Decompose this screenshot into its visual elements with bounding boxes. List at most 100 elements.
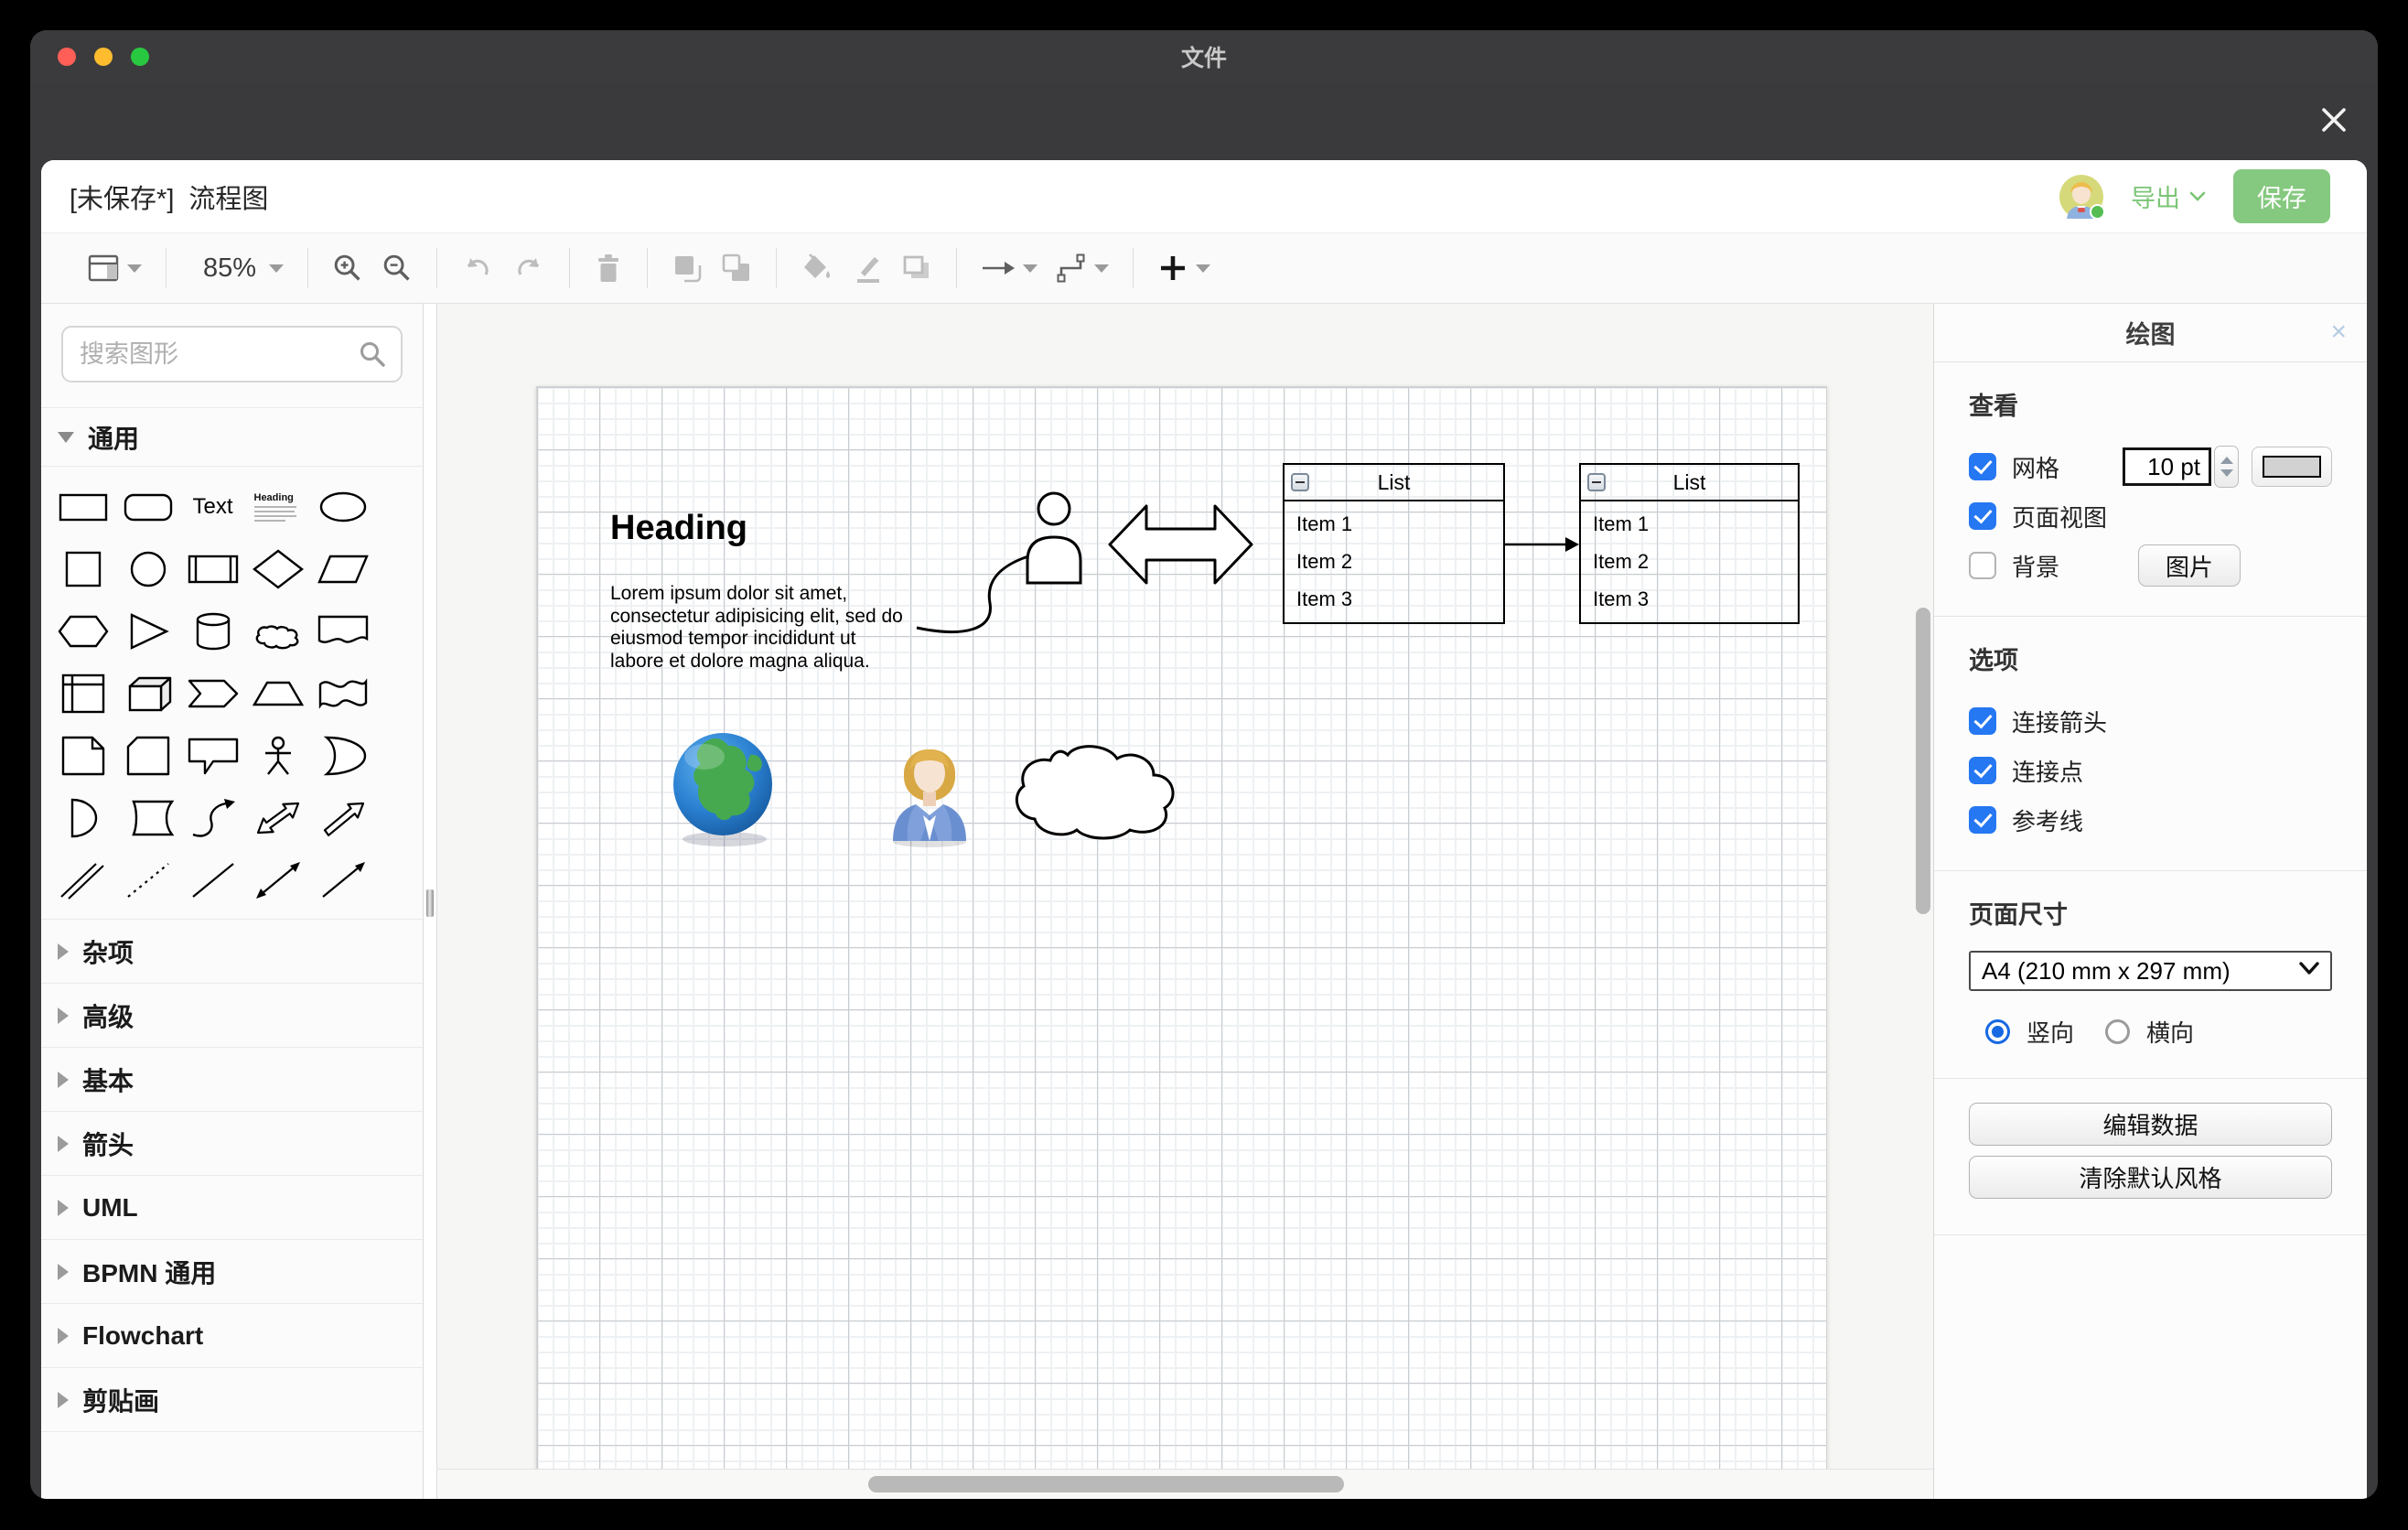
grid-checkbox[interactable] <box>1969 453 1996 480</box>
sidebar-section-basic[interactable]: 基本 <box>41 1048 423 1112</box>
shape-textbox[interactable]: Heading <box>245 476 310 538</box>
search-input[interactable] <box>61 326 403 382</box>
insert-button[interactable] <box>1148 244 1220 292</box>
shape-square[interactable] <box>50 538 115 600</box>
shape-cloud[interactable] <box>245 600 310 663</box>
list-header[interactable]: List <box>1285 465 1503 501</box>
drawing-canvas[interactable]: Heading Lorem ipsum dolor sit amet, cons… <box>437 304 1933 1499</box>
waypoint-style-button[interactable] <box>1047 244 1118 292</box>
connection-arrows-checkbox[interactable] <box>1969 707 1996 735</box>
shape-note[interactable] <box>50 725 115 787</box>
canvas-heading-text[interactable]: Heading <box>610 509 747 548</box>
shape-hexagon[interactable] <box>50 600 115 663</box>
zoom-level-dropdown[interactable]: 85% <box>181 244 293 292</box>
shape-rectangle[interactable] <box>50 476 115 538</box>
connection-style-button[interactable] <box>972 244 1047 292</box>
sidebar-splitter[interactable] <box>424 304 437 1499</box>
canvas-list-shape[interactable]: List Item 1 Item 2 Item 3 <box>1579 463 1800 624</box>
guides-checkbox[interactable] <box>1969 806 1996 834</box>
panel-close-icon[interactable]: × <box>2330 317 2347 348</box>
portrait-radio[interactable] <box>1985 1019 2010 1044</box>
close-icon[interactable] <box>2316 102 2352 138</box>
canvas-vertical-scrollbar[interactable] <box>1916 608 1930 914</box>
sidebar-section-general[interactable]: 通用 <box>41 408 423 467</box>
shape-callout[interactable] <box>180 725 245 787</box>
grid-color-swatch[interactable] <box>2252 447 2332 487</box>
background-image-button[interactable]: 图片 <box>2138 544 2241 587</box>
background-checkbox[interactable] <box>1969 552 1996 579</box>
sidebar-section-uml[interactable]: UML <box>41 1176 423 1240</box>
list-item[interactable]: Item 3 <box>1296 587 1503 611</box>
shape-trapezoid[interactable] <box>245 663 310 725</box>
shape-step[interactable] <box>180 663 245 725</box>
canvas-globe-clipart[interactable] <box>670 731 780 848</box>
shape-text[interactable]: Text <box>180 476 245 538</box>
sidebar-section-misc[interactable]: 杂项 <box>41 920 423 984</box>
shape-cube[interactable] <box>115 663 180 725</box>
shape-parallelogram[interactable] <box>310 538 375 600</box>
shape-circle[interactable] <box>115 538 180 600</box>
undo-button[interactable] <box>452 244 503 292</box>
grid-size-stepper[interactable] <box>2214 446 2239 488</box>
grid-size-input[interactable] <box>2123 447 2211 486</box>
shape-line[interactable] <box>180 849 245 911</box>
shape-diamond[interactable] <box>245 538 310 600</box>
shape-directional-connector[interactable] <box>310 849 375 911</box>
shape-tape[interactable] <box>310 663 375 725</box>
sidebar-section-flowchart[interactable]: Flowchart <box>41 1304 423 1368</box>
collapse-icon[interactable] <box>1291 473 1309 491</box>
zoom-out-button[interactable] <box>372 244 422 292</box>
sidebar-section-arrows[interactable]: 箭头 <box>41 1112 423 1176</box>
shape-process[interactable] <box>180 538 245 600</box>
clear-default-style-button[interactable]: 清除默认风格 <box>1969 1156 2332 1199</box>
canvas-cloud-shape[interactable] <box>1007 717 1178 843</box>
fill-color-button[interactable] <box>791 244 843 292</box>
line-color-button[interactable] <box>843 244 892 292</box>
view-layout-button[interactable] <box>78 244 151 292</box>
sidebar-section-advanced[interactable]: 高级 <box>41 984 423 1048</box>
zoom-in-button[interactable] <box>323 244 372 292</box>
shape-card[interactable] <box>115 725 180 787</box>
page-view-checkbox[interactable] <box>1969 502 1996 530</box>
list-item[interactable]: Item 2 <box>1296 550 1503 574</box>
shape-triangle[interactable] <box>115 600 180 663</box>
to-front-button[interactable] <box>662 244 712 292</box>
shape-rounded-rectangle[interactable] <box>115 476 180 538</box>
list-item[interactable]: Item 2 <box>1593 550 1798 574</box>
canvas-woman-clipart[interactable] <box>887 738 973 848</box>
save-button[interactable]: 保存 <box>2233 169 2330 223</box>
landscape-radio[interactable] <box>2105 1019 2130 1044</box>
shape-internal-storage[interactable] <box>50 663 115 725</box>
shape-document[interactable] <box>310 600 375 663</box>
canvas-actor-shape[interactable] <box>1025 490 1083 586</box>
stepper-down-icon[interactable] <box>2220 469 2233 477</box>
stepper-up-icon[interactable] <box>2220 457 2233 464</box>
delete-button[interactable] <box>585 244 632 292</box>
canvas-scrollbar-track[interactable] <box>437 1469 1933 1499</box>
canvas-paragraph-text[interactable]: Lorem ipsum dolor sit amet, consectetur … <box>610 583 908 673</box>
canvas-curve-arrow[interactable] <box>914 525 1124 640</box>
shape-actor[interactable] <box>245 725 310 787</box>
canvas-horizontal-scrollbar[interactable] <box>868 1476 1344 1492</box>
shape-cylinder[interactable] <box>180 600 245 663</box>
collapse-icon[interactable] <box>1587 473 1606 491</box>
sidebar-section-bpmn[interactable]: BPMN 通用 <box>41 1240 423 1304</box>
shape-link[interactable] <box>50 849 115 911</box>
redo-button[interactable] <box>503 244 554 292</box>
canvas-connector-arrow[interactable] <box>1505 534 1579 555</box>
connection-points-checkbox[interactable] <box>1969 757 1996 784</box>
list-item[interactable]: Item 1 <box>1593 512 1798 536</box>
shape-directional-arrow[interactable] <box>310 787 375 849</box>
shape-bidirectional-arrow[interactable] <box>245 787 310 849</box>
export-button[interactable]: 导出 <box>2131 178 2206 214</box>
list-header[interactable]: List <box>1581 465 1798 501</box>
shape-data-storage[interactable] <box>115 787 180 849</box>
sidebar-section-clipart[interactable]: 剪贴画 <box>41 1368 423 1432</box>
shadow-button[interactable] <box>892 244 941 292</box>
avatar[interactable] <box>2059 175 2103 219</box>
list-item[interactable]: Item 1 <box>1296 512 1503 536</box>
shape-and[interactable] <box>50 787 115 849</box>
shape-or[interactable] <box>310 725 375 787</box>
shape-curve[interactable] <box>180 787 245 849</box>
canvas-double-arrow-shape[interactable] <box>1107 488 1254 601</box>
